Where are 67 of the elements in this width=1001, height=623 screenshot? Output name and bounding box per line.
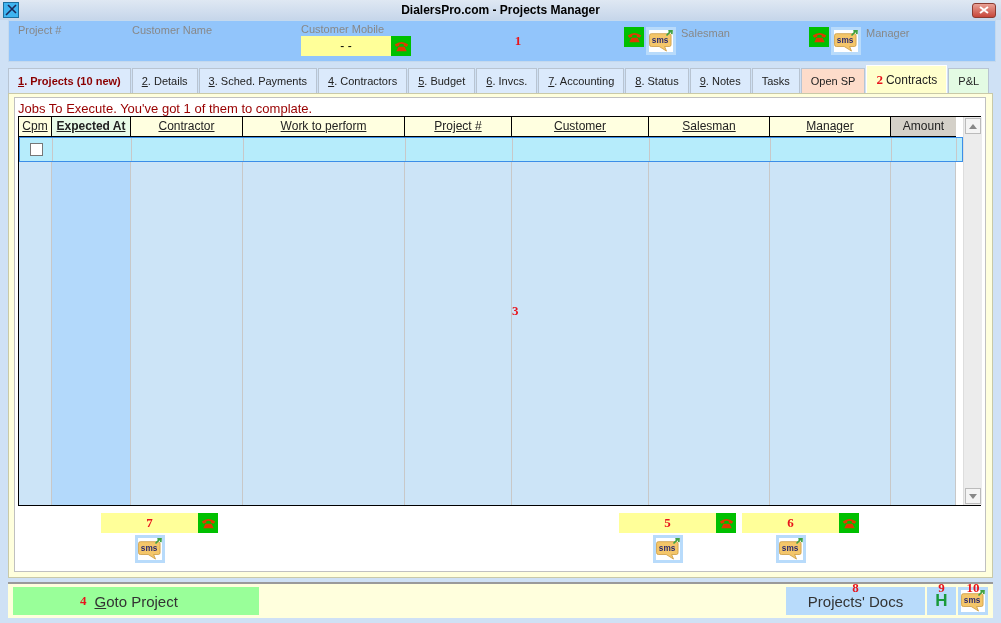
arrow-up-icon — [969, 123, 977, 129]
tab[interactable]: Open SP — [800, 68, 866, 93]
column-header[interactable]: Customer — [512, 117, 649, 136]
sms-button[interactable]: sms — [831, 27, 861, 55]
scroll-down-button[interactable] — [965, 488, 981, 504]
sms-button[interactable]: sms — [646, 27, 676, 55]
column-header[interactable]: Contractor — [131, 117, 243, 136]
phone-field[interactable]: 5 — [619, 513, 716, 533]
column-header[interactable]: Salesman — [649, 117, 770, 136]
tab[interactable]: 8. Status — [625, 68, 689, 93]
tab[interactable]: Tasks — [751, 68, 800, 93]
sms-label: sms — [651, 36, 669, 46]
tab[interactable]: 2 Contracts — [866, 65, 948, 93]
phone-icon — [811, 31, 827, 43]
sms-label: sms — [836, 36, 854, 46]
phone-icon — [626, 31, 642, 43]
sms-button[interactable]: sms — [134, 535, 165, 563]
phone-icon — [718, 517, 734, 529]
phone-field[interactable]: 6 — [742, 513, 839, 533]
phone-button[interactable] — [624, 27, 644, 47]
phone-icon — [841, 517, 857, 529]
sms-label: sms — [963, 596, 981, 606]
tab[interactable]: 1. Projects (10 new) — [8, 68, 131, 93]
column-header[interactable]: Expected At — [52, 117, 131, 136]
field-label: Customer Mobile — [301, 23, 386, 35]
column-header[interactable]: Amount — [891, 117, 956, 136]
arrow-down-icon — [969, 493, 977, 499]
sms-label: sms — [781, 544, 798, 554]
phone-button[interactable] — [716, 513, 736, 533]
sms-label: sms — [140, 544, 157, 554]
status-message: Jobs To Execute. You've got 1 of them to complate. — [18, 101, 314, 116]
tab[interactable]: 6. Invcs. — [476, 68, 538, 93]
close-button[interactable] — [972, 2, 996, 18]
tab[interactable]: 9. Notes — [689, 68, 751, 93]
scrollbar[interactable] — [963, 117, 982, 505]
phone-field[interactable]: 7 — [101, 513, 198, 533]
sms-label: sms — [658, 544, 675, 554]
callout-number: 4 — [80, 594, 87, 608]
mobile-field[interactable]: - - — [301, 36, 391, 56]
tab[interactable]: 5. Budget — [408, 68, 476, 93]
tab[interactable]: 4. Contractors — [318, 68, 408, 93]
scroll-up-button[interactable] — [965, 118, 981, 134]
app-icon — [3, 2, 19, 18]
phone-icon — [200, 517, 216, 529]
phone-button[interactable] — [198, 513, 218, 533]
checkbox[interactable] — [29, 143, 43, 156]
field-label: Manager — [866, 27, 910, 39]
column-header[interactable]: Work to perform — [243, 117, 405, 136]
callout-number: 3 — [512, 304, 519, 318]
close-icon — [978, 6, 990, 14]
field-label: Salesman — [681, 27, 730, 39]
sms-button[interactable]: sms — [775, 535, 806, 563]
field-label: Project # — [18, 24, 63, 36]
window-title: DialersPro.com - Projects Manager — [401, 3, 600, 17]
callout-number: 2 — [876, 72, 883, 87]
callout-number: 1 — [514, 34, 522, 48]
tab[interactable]: 2. Details — [131, 68, 198, 93]
tab[interactable]: 7. Accounting — [538, 68, 625, 93]
tab[interactable]: 3. Sched. Payments — [198, 68, 318, 93]
tab[interactable]: P&L — [948, 68, 990, 93]
phone-button[interactable] — [839, 513, 859, 533]
column-header[interactable]: Project # — [405, 117, 512, 136]
phone-button[interactable] — [391, 36, 411, 56]
phone-icon — [393, 40, 409, 52]
sms-button[interactable]: sms — [652, 535, 683, 563]
goto-project-button[interactable]: 4 Goto Project — [13, 587, 259, 615]
phone-button[interactable] — [809, 27, 829, 47]
